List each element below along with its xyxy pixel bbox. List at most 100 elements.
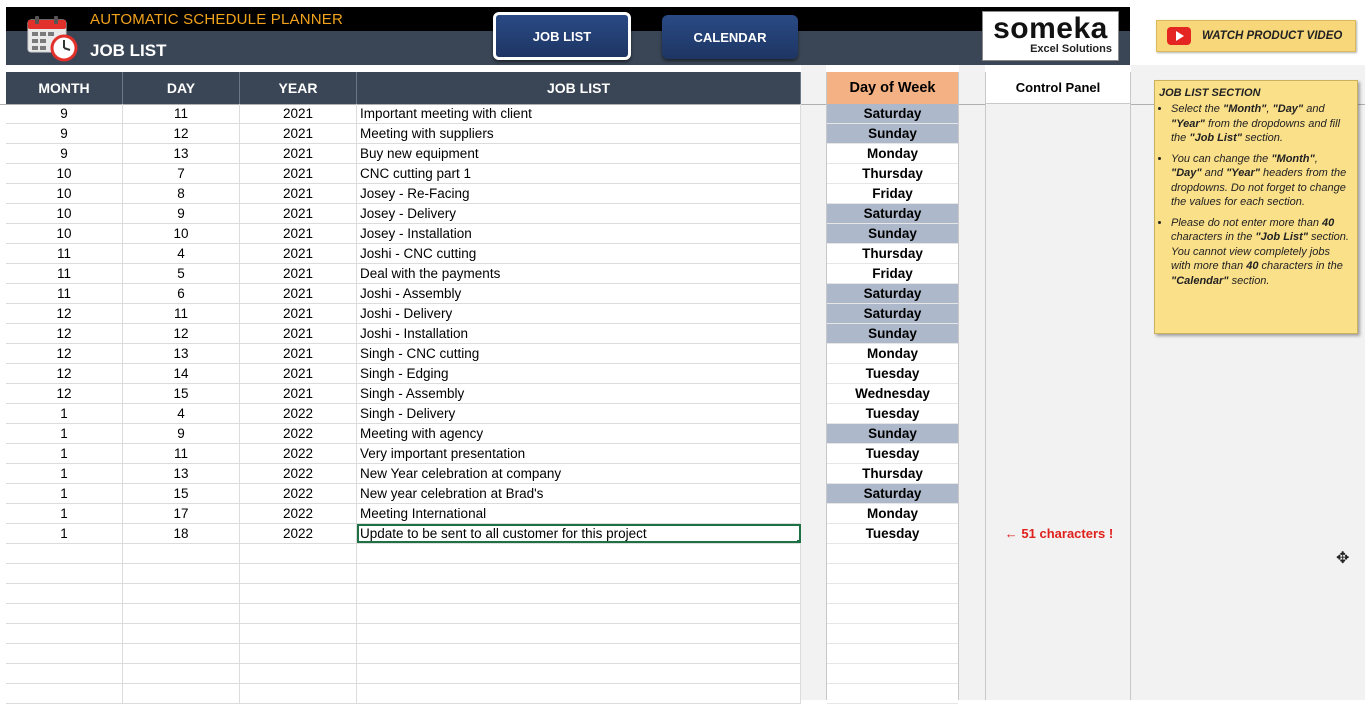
year-cell[interactable]: 2021	[240, 324, 357, 343]
day-cell[interactable]: 17	[123, 504, 240, 523]
month-cell[interactable]	[6, 604, 123, 623]
month-cell[interactable]: 12	[6, 304, 123, 323]
job-cell[interactable]: Meeting with suppliers	[357, 124, 801, 143]
month-cell[interactable]: 12	[6, 324, 123, 343]
month-column-header[interactable]: MONTH	[6, 72, 123, 104]
year-cell[interactable]: 2022	[240, 484, 357, 503]
job-cell[interactable]: New Year celebration at company	[357, 464, 801, 483]
month-cell[interactable]: 10	[6, 224, 123, 243]
day-cell[interactable]: 5	[123, 264, 240, 283]
year-cell[interactable]: 2021	[240, 244, 357, 263]
job-cell[interactable]	[357, 644, 801, 663]
job-cell[interactable]: Meeting International	[357, 504, 801, 523]
month-cell[interactable]: 1	[6, 504, 123, 523]
day-cell[interactable]: 13	[123, 144, 240, 163]
job-cell[interactable]	[357, 624, 801, 643]
day-cell[interactable]: 10	[123, 224, 240, 243]
job-cell[interactable]: Singh - CNC cutting	[357, 344, 801, 363]
year-cell[interactable]: 2021	[240, 384, 357, 403]
month-cell[interactable]	[6, 664, 123, 683]
year-cell[interactable]: 2021	[240, 204, 357, 223]
day-cell[interactable]: 4	[123, 404, 240, 423]
month-cell[interactable]: 12	[6, 384, 123, 403]
year-column-header[interactable]: YEAR	[240, 72, 357, 104]
month-cell[interactable]: 1	[6, 444, 123, 463]
day-cell[interactable]: 12	[123, 124, 240, 143]
month-cell[interactable]	[6, 564, 123, 583]
year-cell[interactable]: 2022	[240, 424, 357, 443]
year-cell[interactable]: 2022	[240, 444, 357, 463]
day-cell[interactable]: 12	[123, 324, 240, 343]
year-cell[interactable]	[240, 644, 357, 663]
year-cell[interactable]: 2022	[240, 524, 357, 543]
year-cell[interactable]	[240, 624, 357, 643]
day-cell[interactable]: 11	[123, 304, 240, 323]
month-cell[interactable]: 10	[6, 204, 123, 223]
month-cell[interactable]: 11	[6, 244, 123, 263]
year-cell[interactable]: 2021	[240, 364, 357, 383]
job-cell[interactable]: Josey - Re-Facing	[357, 184, 801, 203]
day-cell[interactable]: 15	[123, 484, 240, 503]
year-cell[interactable]: 2022	[240, 504, 357, 523]
job-cell[interactable]	[357, 564, 801, 583]
month-cell[interactable]: 1	[6, 524, 123, 543]
job-cell[interactable]: Joshi - Assembly	[357, 284, 801, 303]
job-cell[interactable]: New year celebration at Brad's	[357, 484, 801, 503]
year-cell[interactable]: 2021	[240, 144, 357, 163]
year-cell[interactable]: 2021	[240, 284, 357, 303]
month-cell[interactable]: 9	[6, 104, 123, 123]
year-cell[interactable]: 2021	[240, 164, 357, 183]
year-cell[interactable]: 2022	[240, 464, 357, 483]
year-cell[interactable]	[240, 604, 357, 623]
month-cell[interactable]	[6, 684, 123, 703]
day-cell[interactable]: 13	[123, 344, 240, 363]
year-cell[interactable]: 2021	[240, 344, 357, 363]
year-cell[interactable]: 2021	[240, 184, 357, 203]
month-cell[interactable]: 10	[6, 184, 123, 203]
year-cell[interactable]	[240, 544, 357, 563]
day-cell[interactable]	[123, 604, 240, 623]
job-list-button[interactable]: JOB LIST	[493, 12, 631, 60]
day-cell[interactable]: 4	[123, 244, 240, 263]
day-cell[interactable]: 11	[123, 104, 240, 123]
day-cell[interactable]	[123, 564, 240, 583]
job-cell[interactable]	[357, 584, 801, 603]
year-cell[interactable]: 2021	[240, 224, 357, 243]
year-cell[interactable]	[240, 684, 357, 703]
year-cell[interactable]	[240, 664, 357, 683]
year-cell[interactable]: 2021	[240, 124, 357, 143]
year-cell[interactable]: 2021	[240, 264, 357, 283]
month-cell[interactable]	[6, 544, 123, 563]
day-cell[interactable]	[123, 664, 240, 683]
day-cell[interactable]: 8	[123, 184, 240, 203]
job-cell[interactable]: Important meeting with client	[357, 104, 801, 123]
job-cell[interactable]: Update to be sent to all customer for th…	[357, 524, 801, 543]
job-cell[interactable]	[357, 604, 801, 623]
year-cell[interactable]: 2022	[240, 404, 357, 423]
year-cell[interactable]	[240, 564, 357, 583]
month-cell[interactable]: 12	[6, 344, 123, 363]
day-cell[interactable]: 9	[123, 204, 240, 223]
month-cell[interactable]: 9	[6, 124, 123, 143]
day-cell[interactable]: 13	[123, 464, 240, 483]
month-cell[interactable]	[6, 644, 123, 663]
job-cell[interactable]	[357, 664, 801, 683]
day-cell[interactable]: 15	[123, 384, 240, 403]
job-cell[interactable]	[357, 684, 801, 703]
day-cell[interactable]: 9	[123, 424, 240, 443]
month-cell[interactable]	[6, 624, 123, 643]
month-cell[interactable]: 1	[6, 484, 123, 503]
month-cell[interactable]: 11	[6, 264, 123, 283]
day-cell[interactable]: 18	[123, 524, 240, 543]
job-cell[interactable]: Singh - Edging	[357, 364, 801, 383]
day-cell[interactable]: 7	[123, 164, 240, 183]
year-cell[interactable]	[240, 584, 357, 603]
job-cell[interactable]: Buy new equipment	[357, 144, 801, 163]
day-cell[interactable]: 6	[123, 284, 240, 303]
day-cell[interactable]	[123, 684, 240, 703]
job-cell[interactable]: Josey - Delivery	[357, 204, 801, 223]
year-cell[interactable]: 2021	[240, 104, 357, 123]
job-cell[interactable]: Singh - Assembly	[357, 384, 801, 403]
month-cell[interactable]	[6, 584, 123, 603]
job-cell[interactable]: CNC cutting part 1	[357, 164, 801, 183]
